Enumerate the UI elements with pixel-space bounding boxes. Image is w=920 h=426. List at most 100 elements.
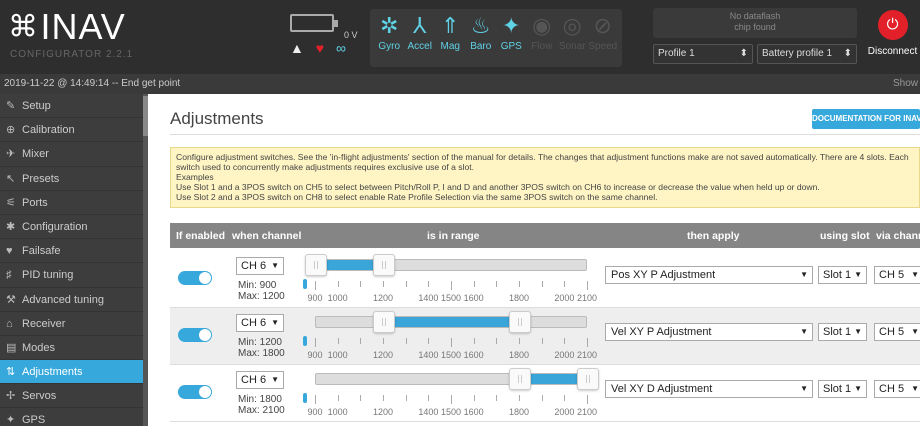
scale-tick [405, 281, 407, 287]
scale-tick [496, 338, 498, 344]
sidebar-scrollbar[interactable] [143, 94, 148, 426]
sidebar-item-adjustments[interactable]: ⇅ Adjustments [0, 360, 148, 385]
via-channel-select[interactable]: CH 5 [874, 323, 920, 341]
scale-label: 2000 [554, 350, 575, 360]
gyro-icon: ✲ [380, 13, 399, 38]
sidebar-item-calibration[interactable]: ⊕ Calibration [0, 118, 148, 143]
range-min-handle[interactable] [509, 368, 531, 390]
slot-select[interactable]: Slot 1 [818, 380, 867, 398]
scale-label: 1600 [463, 350, 484, 360]
sidebar-item-failsafe[interactable]: ♥ Failsafe [0, 239, 148, 264]
profile-select[interactable]: Profile 1 ⬍ [653, 44, 753, 64]
slot-select[interactable]: Slot 1 [818, 323, 867, 341]
enable-toggle[interactable] [178, 328, 212, 342]
sidebar-item-label: Configuration [22, 220, 88, 233]
scale-label: 1000 [327, 350, 348, 360]
sidebar-item-label: GPS [22, 414, 46, 426]
range-slider[interactable] [315, 311, 587, 333]
sidebar-item-servos[interactable]: ✢ Servos [0, 384, 148, 409]
sidebar-item-setup[interactable]: ✎ Setup [0, 94, 148, 119]
sidebar-item-mixer[interactable]: ✈ Mixer [0, 142, 148, 167]
sidebar-item-ports[interactable]: ⚟ Ports [0, 191, 148, 215]
sidebar-item-label: Ports [22, 196, 48, 209]
scale-label: 1400 [418, 407, 439, 417]
channel-select[interactable]: CH 6 [236, 314, 284, 332]
range-min-handle[interactable] [373, 311, 395, 333]
scale-tick [337, 338, 339, 344]
mixer-icon: ✈ [6, 148, 16, 161]
enable-toggle[interactable] [178, 385, 212, 399]
sidebar-item-receiver[interactable]: ⌂ Receiver [0, 312, 148, 336]
link-icon: ∞ [335, 40, 346, 56]
range-max-handle[interactable] [373, 254, 395, 276]
disconnect-button[interactable]: ⏻ Disconnect [865, 6, 920, 70]
sensor-flow: ◉ Flow [527, 9, 558, 67]
note-text-4: Use Slot 2 and a 3POS switch on CH8 to s… [176, 192, 658, 202]
scale-tick [496, 281, 498, 287]
battery-profile-select[interactable]: Battery profile 1 ⬍ [757, 44, 857, 64]
channel-select[interactable]: CH 6 [236, 257, 284, 275]
range-max-handle[interactable] [509, 311, 531, 333]
slot-value: Slot 1 [823, 326, 852, 338]
profile-value: Profile 1 [658, 48, 695, 59]
range-min-handle[interactable] [305, 254, 327, 276]
range-min-label: Min: 1200 [238, 337, 282, 348]
scale-tick [587, 338, 588, 347]
sidebar-item-presets[interactable]: ↖ Presets [0, 167, 148, 191]
scale-label: 2000 [554, 293, 575, 303]
slot-select[interactable]: Slot 1 [818, 266, 867, 284]
sensor-label: Mag [440, 41, 460, 52]
via-channel-select[interactable]: CH 5 [874, 380, 920, 398]
slot-value: Slot 1 [823, 383, 852, 395]
wrench-icon: ✎ [6, 100, 16, 112]
sidebar-item-advanced-tuning[interactable]: ⚒ Advanced tuning [0, 288, 148, 312]
scale-label: 1200 [372, 350, 394, 360]
scale-label: 2100 [576, 407, 598, 417]
sensor-status-panel: ✲ Gyro ⅄ Accel ⇑ Mag ♨ Baro ✦ GPS ◉ Flow ◎ Sonar ⊘ Spee… [370, 9, 622, 67]
select-arrow-icon: ⬍ [843, 48, 852, 59]
sensor-sonar: ◎ Sonar [557, 9, 588, 67]
function-value: Pos XY P Adjustment [611, 269, 716, 281]
sensor-label: Flow [531, 41, 553, 52]
range-slider[interactable] [315, 368, 599, 390]
note-text-3: Use Slot 1 and a 3POS switch on CH5 to s… [176, 182, 820, 192]
sidebar: ✎ Setup ⊕ Calibration ✈ Mixer ↖ Presets ⚟ Ports ✱ C… [0, 94, 148, 426]
documentation-button[interactable]: DOCUMENTATION FOR INAV [812, 109, 920, 129]
scale-tick [405, 338, 407, 344]
range-max-handle[interactable] [577, 368, 599, 390]
scale-tick [541, 281, 543, 287]
sidebar-item-gps[interactable]: ✦ GPS [0, 408, 148, 426]
scale-label: 1600 [463, 293, 484, 303]
enable-toggle[interactable] [178, 271, 212, 285]
range-slider[interactable] [305, 254, 587, 276]
scale-tick [383, 395, 384, 401]
function-select[interactable]: Vel XY P Adjustment [605, 323, 813, 341]
function-select[interactable]: Vel XY D Adjustment [605, 380, 813, 398]
battery-voltage: 0 V [344, 30, 358, 40]
show-log-link[interactable]: Show [893, 78, 918, 89]
servos-icon: ✢ [6, 390, 16, 403]
channel-value: CH 6 [241, 260, 267, 272]
accel-icon: ⅄ [413, 13, 427, 38]
modes-icon: ▤ [6, 341, 17, 354]
receiver-icon: ⌂ [6, 317, 13, 330]
scale-label: 1000 [327, 407, 348, 417]
scale-tick [405, 395, 407, 401]
via-channel-select[interactable]: CH 5 [874, 266, 920, 284]
range-values: Min: 1800 Max: 2100 [238, 394, 285, 416]
channel-select[interactable]: CH 6 [236, 371, 284, 389]
gps-icon: ✦ [6, 414, 16, 426]
header-if-enabled: If enabled [176, 230, 226, 242]
function-select[interactable]: Pos XY P Adjustment [605, 266, 813, 284]
sidebar-item-pid-tuning[interactable]: ♯ PID tuning [0, 263, 148, 288]
sidebar-item-modes[interactable]: ▤ Modes [0, 336, 148, 361]
scale-tick [564, 338, 566, 344]
sensor-mag: ⇑ Mag [435, 9, 466, 67]
app-header: ⌘ INAV CONFIGURATOR 2.2.1 0 V ▲ ♥ ∞ ✲ Gyr… [0, 0, 920, 74]
channel-position-marker [303, 393, 307, 403]
sidebar-item-configuration[interactable]: ✱ Configuration [0, 215, 148, 240]
scale-label: 1800 [508, 407, 530, 417]
mag-icon: ⇑ [441, 13, 460, 38]
header-via-channel: via channel [876, 230, 920, 242]
channel-position-marker [303, 279, 307, 289]
